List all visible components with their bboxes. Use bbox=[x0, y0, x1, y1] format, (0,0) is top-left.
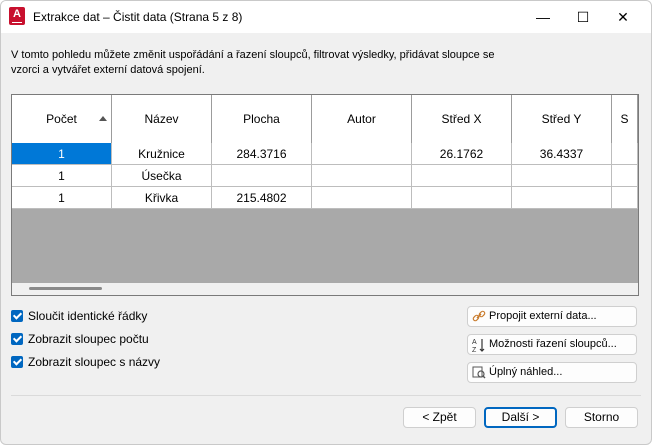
sort-az-icon: AZ bbox=[472, 337, 486, 354]
horizontal-scrollbar[interactable] bbox=[12, 283, 638, 295]
column-sort-options-button[interactable]: AZ Možnosti řazení sloupců... bbox=[467, 334, 637, 355]
checkbox-checked-icon[interactable] bbox=[11, 310, 23, 322]
table-cell[interactable] bbox=[312, 165, 412, 187]
checkbox-label: Sloučit identické řádky bbox=[28, 309, 148, 323]
button-label: Možnosti řazení sloupců... bbox=[489, 338, 617, 350]
column-header-label: S bbox=[620, 112, 629, 126]
table-cell[interactable] bbox=[512, 165, 612, 187]
column-header-pocet[interactable]: Počet bbox=[12, 95, 112, 143]
table-cell[interactable]: Křivka bbox=[112, 187, 212, 209]
table-cell[interactable] bbox=[412, 165, 512, 187]
table-cell[interactable]: Úsečka bbox=[112, 165, 212, 187]
window-title: Extrakce dat – Čistit data (Strana 5 z 8… bbox=[33, 10, 243, 24]
maximize-button[interactable]: ☐ bbox=[563, 1, 603, 33]
minimize-button[interactable]: — bbox=[523, 1, 563, 33]
grid-header-row: Počet Název Plocha Autor Střed X Střed Y… bbox=[12, 95, 638, 144]
table-cell[interactable] bbox=[612, 143, 638, 165]
app-icon-letter: A bbox=[13, 8, 21, 20]
column-header-nazev[interactable]: Název bbox=[112, 95, 212, 143]
data-grid[interactable]: Počet Název Plocha Autor Střed X Střed Y… bbox=[11, 94, 639, 296]
checkbox-label: Zobrazit sloupec počtu bbox=[28, 332, 149, 346]
table-cell[interactable]: 1 bbox=[12, 187, 112, 209]
dialog-window: A Extrakce dat – Čistit data (Strana 5 z… bbox=[0, 0, 652, 445]
table-cell[interactable] bbox=[612, 187, 638, 209]
cancel-button[interactable]: Storno bbox=[565, 407, 638, 428]
table-cell[interactable] bbox=[312, 143, 412, 165]
column-header-label: Střed X bbox=[441, 112, 482, 126]
table-cell[interactable]: 284.3716 bbox=[212, 143, 312, 165]
button-label: Propojit externí data... bbox=[489, 310, 597, 322]
checkbox-label: Zobrazit sloupec s názvy bbox=[28, 355, 161, 369]
table-cell-selected[interactable]: 1 bbox=[12, 143, 112, 165]
column-header-plocha[interactable]: Plocha bbox=[212, 95, 312, 143]
table-row[interactable]: 1 Úsečka bbox=[12, 165, 638, 187]
table-cell[interactable] bbox=[612, 165, 638, 187]
sort-ascending-icon bbox=[99, 116, 107, 121]
column-header-partial[interactable]: S bbox=[612, 95, 638, 143]
table-cell[interactable]: 215.4802 bbox=[212, 187, 312, 209]
table-cell[interactable] bbox=[412, 187, 512, 209]
merge-identical-rows-checkbox[interactable]: Sloučit identické řádky bbox=[11, 307, 147, 325]
close-button[interactable]: ✕ bbox=[603, 1, 643, 33]
table-cell[interactable] bbox=[312, 187, 412, 209]
next-button[interactable]: Další > bbox=[484, 407, 557, 428]
link-external-data-button[interactable]: Propojit externí data... bbox=[467, 306, 637, 327]
full-preview-button[interactable]: Úplný náhled... bbox=[467, 362, 637, 383]
back-button[interactable]: < Zpět bbox=[403, 407, 476, 428]
maximize-icon: ☐ bbox=[576, 9, 590, 25]
column-header-label: Název bbox=[144, 112, 179, 126]
button-label: Úplný náhled... bbox=[489, 366, 563, 378]
table-cell[interactable]: 36.4337 bbox=[512, 143, 612, 165]
description-text: V tomto pohledu můžete změnit uspořádání… bbox=[11, 49, 495, 76]
table-cell[interactable]: 26.1762 bbox=[412, 143, 512, 165]
column-header-label: Střed Y bbox=[541, 112, 582, 126]
column-header-autor[interactable]: Autor bbox=[312, 95, 412, 143]
svg-text:A: A bbox=[472, 339, 477, 346]
title-bar: A Extrakce dat – Čistit data (Strana 5 z… bbox=[1, 1, 651, 33]
table-cell[interactable] bbox=[512, 187, 612, 209]
checkbox-checked-icon[interactable] bbox=[11, 333, 23, 345]
preview-icon bbox=[472, 365, 486, 380]
table-row[interactable]: 1 Kružnice 284.3716 26.1762 36.4337 bbox=[12, 143, 638, 165]
autocad-app-icon: A bbox=[9, 7, 25, 25]
show-count-column-checkbox[interactable]: Zobrazit sloupec počtu bbox=[11, 330, 149, 348]
table-cell[interactable] bbox=[212, 165, 312, 187]
checkbox-checked-icon[interactable] bbox=[11, 356, 23, 368]
column-header-label: Autor bbox=[347, 112, 376, 126]
column-header-label: Plocha bbox=[243, 112, 280, 126]
close-icon: ✕ bbox=[617, 9, 629, 25]
column-header-stred-x[interactable]: Střed X bbox=[412, 95, 512, 143]
scrollbar-thumb[interactable] bbox=[29, 287, 102, 290]
show-name-column-checkbox[interactable]: Zobrazit sloupec s názvy bbox=[11, 353, 160, 371]
table-cell[interactable]: Kružnice bbox=[112, 143, 212, 165]
table-cell[interactable]: 1 bbox=[12, 165, 112, 187]
link-icon bbox=[472, 309, 486, 324]
column-header-stred-y[interactable]: Střed Y bbox=[512, 95, 612, 143]
column-header-label: Počet bbox=[46, 112, 77, 126]
minimize-icon: — bbox=[536, 9, 550, 25]
svg-text:Z: Z bbox=[472, 347, 477, 353]
grid-body: 1 Kružnice 284.3716 26.1762 36.4337 1 Ús… bbox=[12, 143, 638, 209]
footer-divider bbox=[11, 395, 641, 396]
table-row[interactable]: 1 Křivka 215.4802 bbox=[12, 187, 638, 209]
